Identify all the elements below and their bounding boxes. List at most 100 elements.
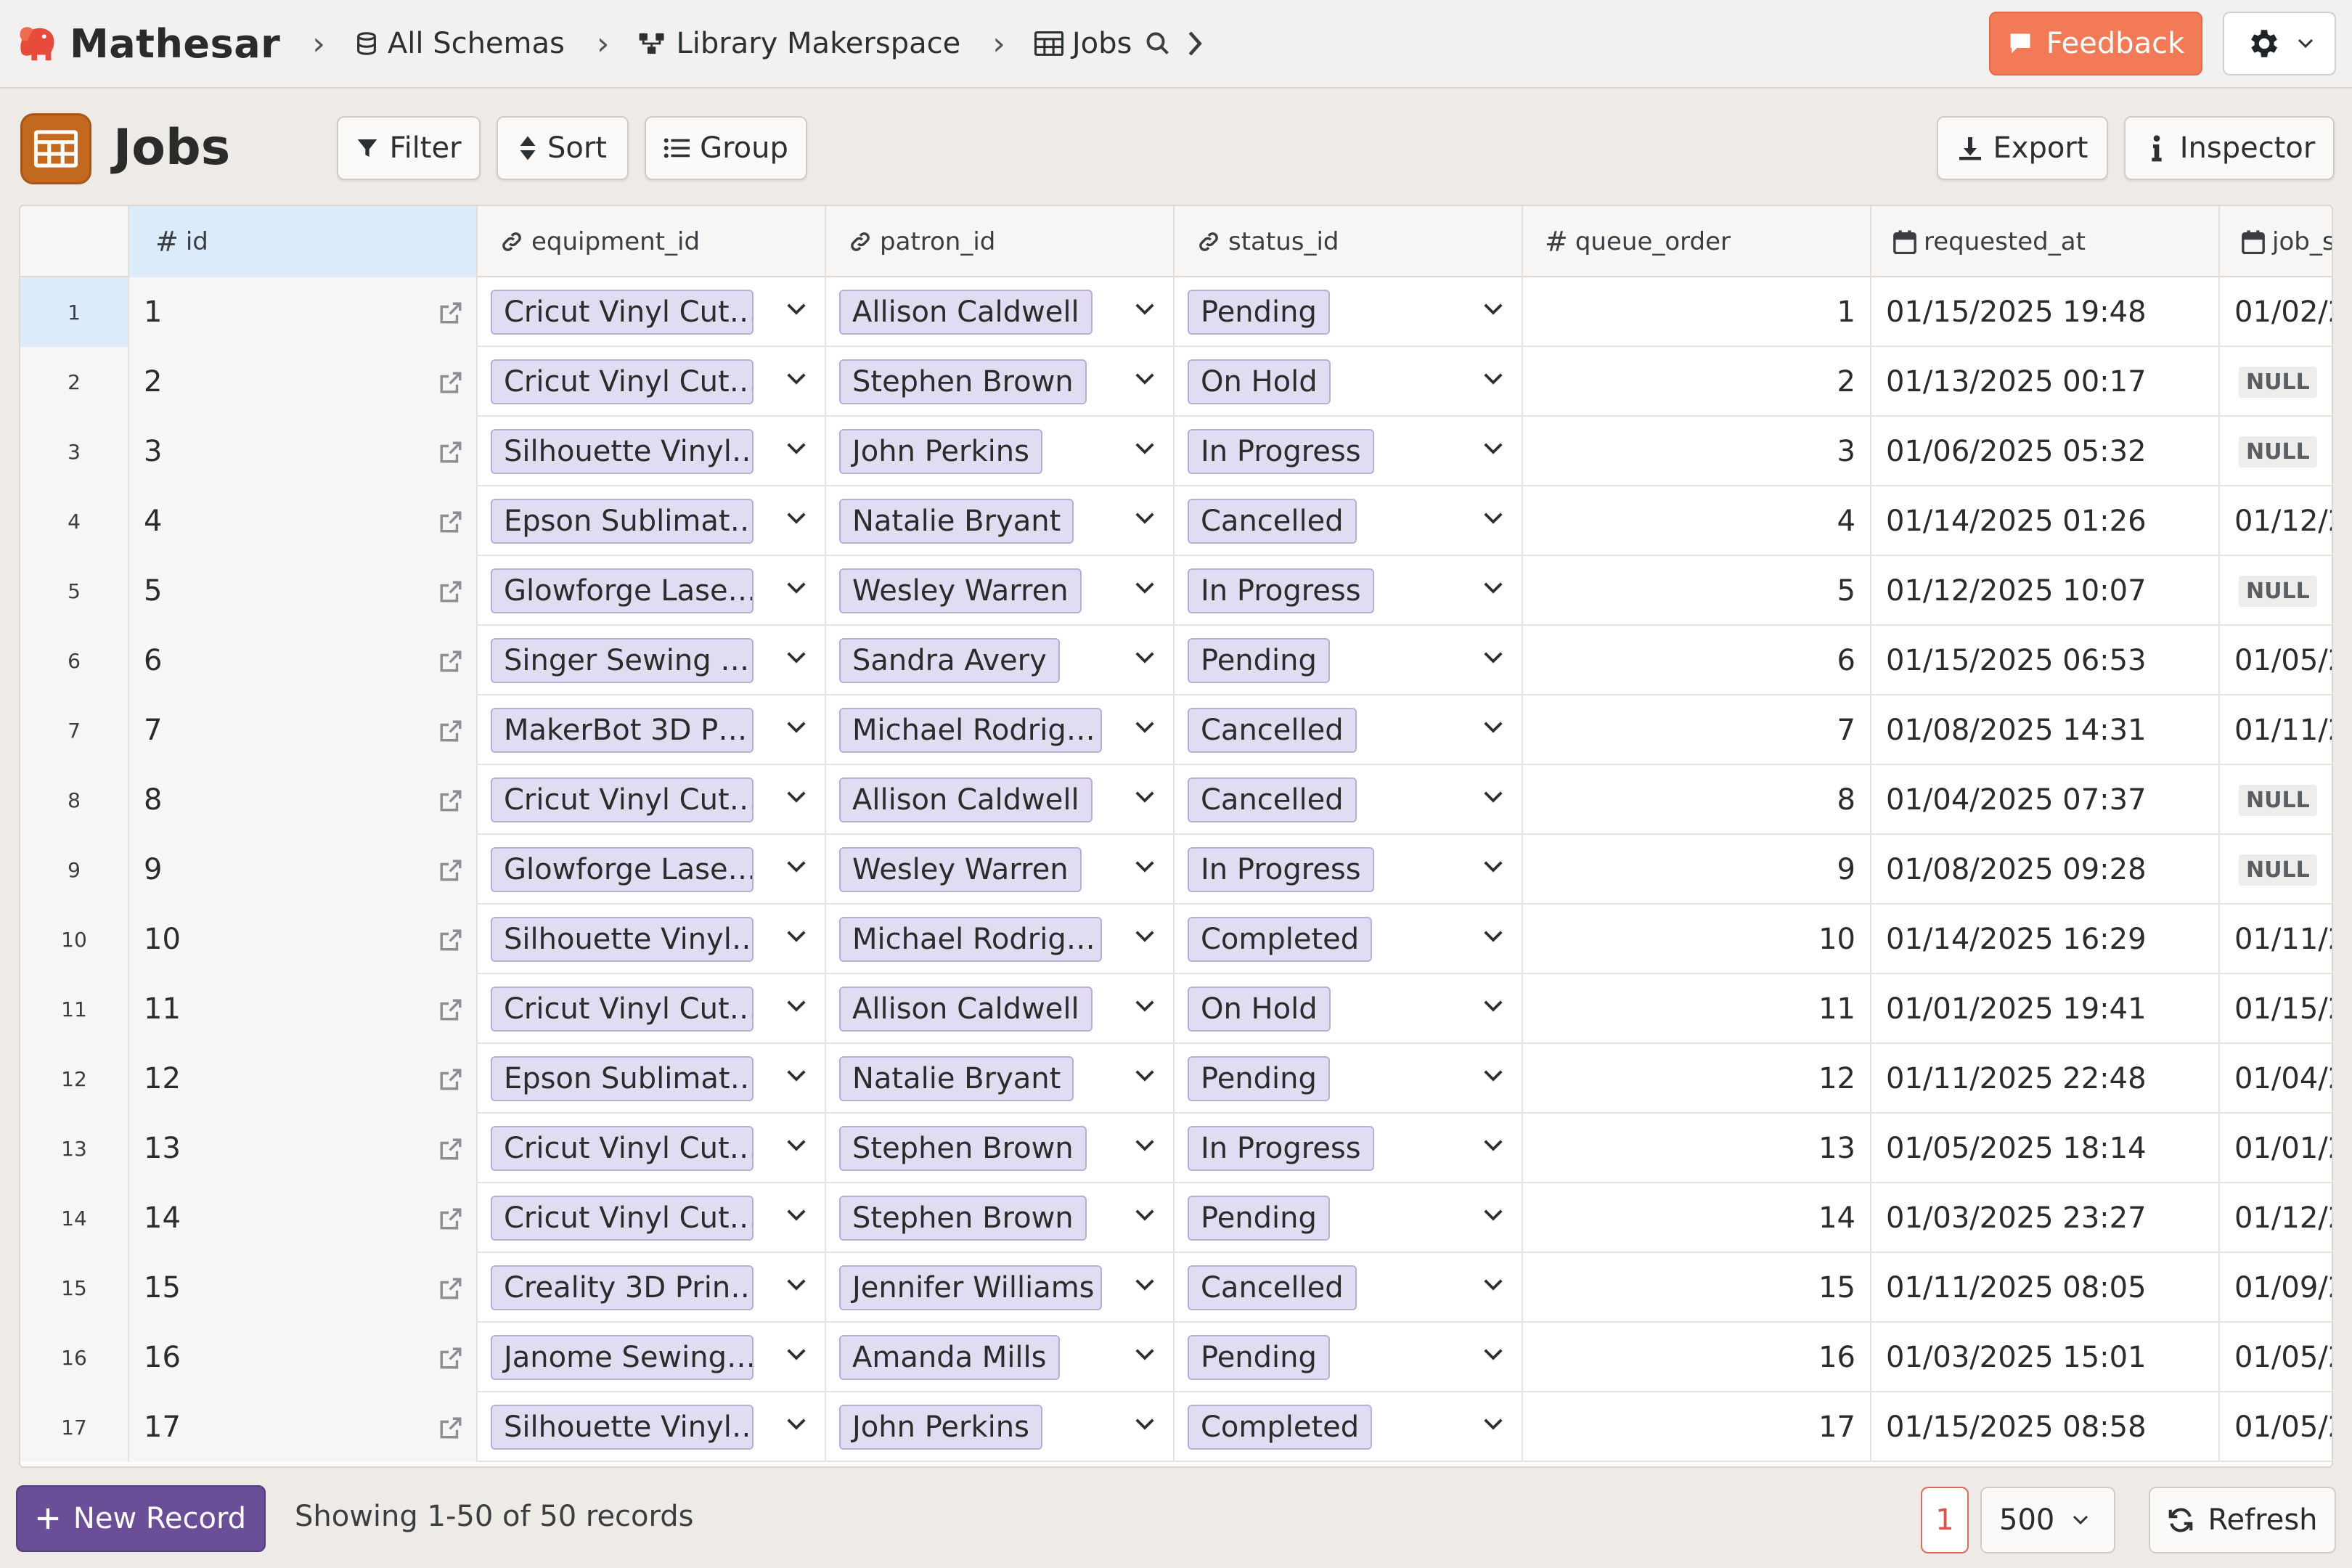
requested-at-cell[interactable]: 01/08/2025 14:31 — [1871, 695, 2220, 765]
chevron-down-icon[interactable] — [785, 302, 807, 317]
equipment-chip[interactable]: Cricut Vinyl Cut… — [491, 987, 754, 1032]
patron-chip[interactable]: Allison Caldwell — [839, 290, 1093, 335]
status-chip[interactable]: Pending — [1188, 290, 1330, 335]
patron-chip[interactable]: Allison Caldwell — [839, 987, 1093, 1032]
requested-at-cell[interactable]: 01/01/2025 19:41 — [1871, 974, 2220, 1044]
requested-at-cell[interactable]: 01/14/2025 16:29 — [1871, 905, 2220, 974]
table-row[interactable]: 12 12 Epson Sublimat… Natalie Bryant Pending… — [20, 1044, 2332, 1114]
chevron-down-icon[interactable] — [785, 1278, 807, 1292]
table-row[interactable]: 7 7 MakerBot 3D P… Michael Rodrig… Cancelled… — [20, 695, 2332, 765]
table-row[interactable]: 5 5 Glowforge Lase… Wesley Warren In Progres… — [20, 556, 2332, 626]
id-cell[interactable]: 11 — [129, 974, 478, 1044]
row-number-cell[interactable]: 17 — [20, 1392, 129, 1462]
row-number-cell[interactable]: 12 — [20, 1044, 129, 1114]
status-cell[interactable]: Pending — [1175, 1183, 1523, 1253]
chevron-down-icon[interactable] — [1134, 1278, 1156, 1292]
chevron-down-icon[interactable] — [785, 859, 807, 874]
equipment-cell[interactable]: Glowforge Lase… — [478, 835, 826, 905]
row-number-cell[interactable]: 4 — [20, 486, 129, 556]
equipment-cell[interactable]: Cricut Vinyl Cut… — [478, 1183, 826, 1253]
table-row[interactable]: 10 10 Silhouette Vinyl… Michael Rodrig… Comp… — [20, 905, 2332, 974]
chevron-down-icon[interactable] — [1134, 581, 1156, 595]
status-cell[interactable]: In Progress — [1175, 417, 1523, 486]
id-cell[interactable]: 9 — [129, 835, 478, 905]
equipment-chip[interactable]: Cricut Vinyl Cut… — [491, 290, 754, 335]
job-date-cell[interactable]: 01/05/2 — [2220, 626, 2332, 695]
status-chip[interactable]: Pending — [1188, 1335, 1330, 1380]
chevron-down-icon[interactable] — [1482, 441, 1504, 456]
chevron-down-icon[interactable] — [1482, 790, 1504, 804]
chevron-down-icon[interactable] — [785, 790, 807, 804]
row-number-cell[interactable]: 1 — [20, 277, 129, 347]
id-cell[interactable]: 5 — [129, 556, 478, 626]
status-chip[interactable]: Cancelled — [1188, 1265, 1357, 1310]
breadcrumb-schema[interactable]: Library Makerspace — [638, 27, 960, 60]
table-row[interactable]: 2 2 Cricut Vinyl Cut… Stephen Brown On Hold 2… — [20, 347, 2332, 417]
settings-button[interactable] — [2223, 12, 2336, 75]
requested-at-cell[interactable]: 01/14/2025 01:26 — [1871, 486, 2220, 556]
open-record-icon[interactable] — [438, 1206, 463, 1231]
equipment-chip[interactable]: Cricut Vinyl Cut… — [491, 777, 754, 822]
status-cell[interactable]: Pending — [1175, 1044, 1523, 1114]
chevron-down-icon[interactable] — [1134, 859, 1156, 874]
open-record-icon[interactable] — [438, 301, 463, 325]
patron-cell[interactable]: Stephen Brown — [826, 347, 1175, 417]
open-record-icon[interactable] — [438, 1137, 463, 1161]
row-number-cell[interactable]: 6 — [20, 626, 129, 695]
queue-order-cell[interactable]: 15 — [1523, 1253, 1871, 1323]
job-date-cell[interactable]: 01/11/2 — [2220, 905, 2332, 974]
equipment-cell[interactable]: Cricut Vinyl Cut… — [478, 765, 826, 835]
status-cell[interactable]: On Hold — [1175, 347, 1523, 417]
chevron-down-icon[interactable] — [1134, 372, 1156, 386]
chevron-down-icon[interactable] — [785, 581, 807, 595]
open-record-icon[interactable] — [438, 1067, 463, 1092]
job-date-cell[interactable]: NULL — [2220, 417, 2332, 486]
status-cell[interactable]: Cancelled — [1175, 695, 1523, 765]
equipment-chip[interactable]: Epson Sublimat… — [491, 1056, 754, 1101]
patron-cell[interactable]: Natalie Bryant — [826, 1044, 1175, 1114]
chevron-down-icon[interactable] — [1482, 1417, 1504, 1432]
queue-order-cell[interactable]: 8 — [1523, 765, 1871, 835]
equipment-chip[interactable]: Cricut Vinyl Cut… — [491, 1126, 754, 1171]
requested-at-cell[interactable]: 01/03/2025 15:01 — [1871, 1323, 2220, 1392]
patron-cell[interactable]: Michael Rodrig… — [826, 695, 1175, 765]
queue-order-cell[interactable]: 14 — [1523, 1183, 1871, 1253]
status-chip[interactable]: Cancelled — [1188, 499, 1357, 544]
equipment-cell[interactable]: Glowforge Lase… — [478, 556, 826, 626]
id-cell[interactable]: 15 — [129, 1253, 478, 1323]
equipment-cell[interactable]: Cricut Vinyl Cut… — [478, 347, 826, 417]
export-button[interactable]: Export — [1937, 116, 2108, 180]
chevron-down-icon[interactable] — [1134, 720, 1156, 735]
page-size-select[interactable]: 500 — [1980, 1487, 2115, 1553]
inspector-button[interactable]: Inspector — [2124, 116, 2335, 180]
row-number-cell[interactable]: 5 — [20, 556, 129, 626]
patron-chip[interactable]: Natalie Bryant — [839, 499, 1074, 544]
job-date-cell[interactable]: 01/04/2 — [2220, 1044, 2332, 1114]
status-chip[interactable]: Pending — [1188, 1196, 1330, 1241]
status-cell[interactable]: Completed — [1175, 905, 1523, 974]
job-date-cell[interactable]: 01/15/2 — [2220, 974, 2332, 1044]
open-record-icon[interactable] — [438, 440, 463, 465]
requested-at-cell[interactable]: 01/06/2025 05:32 — [1871, 417, 2220, 486]
id-cell[interactable]: 10 — [129, 905, 478, 974]
table-row[interactable]: 16 16 Janome Sewing… Amanda Mills Pending 16 0… — [20, 1323, 2332, 1392]
row-number-cell[interactable]: 2 — [20, 347, 129, 417]
row-number-cell[interactable]: 3 — [20, 417, 129, 486]
status-chip[interactable]: On Hold — [1188, 359, 1331, 404]
chevron-down-icon[interactable] — [785, 1069, 807, 1083]
open-record-icon[interactable] — [438, 510, 463, 534]
breadcrumb-all-schemas[interactable]: All Schemas — [354, 27, 565, 60]
sort-button[interactable]: Sort — [497, 116, 629, 180]
chevron-down-icon[interactable] — [785, 1138, 807, 1153]
queue-order-cell[interactable]: 11 — [1523, 974, 1871, 1044]
open-record-icon[interactable] — [438, 579, 463, 604]
status-cell[interactable]: In Progress — [1175, 556, 1523, 626]
chevron-down-icon[interactable] — [1134, 1138, 1156, 1153]
chevron-down-icon[interactable] — [1482, 1278, 1504, 1292]
status-chip[interactable]: Cancelled — [1188, 708, 1357, 753]
status-cell[interactable]: On Hold — [1175, 974, 1523, 1044]
patron-cell[interactable]: Natalie Bryant — [826, 486, 1175, 556]
patron-chip[interactable]: Stephen Brown — [839, 1126, 1087, 1171]
job-date-cell[interactable]: 01/12/2 — [2220, 1183, 2332, 1253]
patron-cell[interactable]: John Perkins — [826, 1392, 1175, 1462]
